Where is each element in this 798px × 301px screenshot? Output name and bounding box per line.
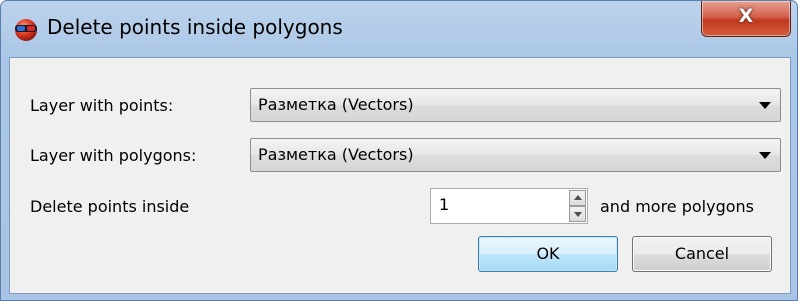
close-button[interactable]: X [701, 1, 791, 37]
polygons-suffix-label: and more polygons [600, 197, 754, 216]
points-layer-label: Layer with points: [30, 96, 174, 115]
arrow-down-icon [574, 212, 582, 217]
ok-button[interactable]: OK [478, 236, 618, 272]
polygon-count-spinbox[interactable] [430, 188, 588, 224]
polygon-count-input[interactable] [439, 195, 559, 214]
chevron-down-icon [759, 152, 771, 159]
spin-down-button[interactable] [569, 206, 586, 222]
arrow-up-icon [574, 195, 582, 200]
spin-buttons [569, 190, 586, 222]
app-icon [15, 19, 37, 41]
chevron-down-icon [759, 102, 771, 109]
title-bar[interactable]: Delete points inside polygons X [1, 1, 797, 57]
polygons-layer-select[interactable]: Разметка (Vectors) [250, 138, 781, 172]
window-title: Delete points inside polygons [47, 15, 343, 39]
delete-inside-label: Delete points inside [30, 197, 190, 216]
polygons-layer-value: Разметка (Vectors) [258, 145, 414, 164]
close-icon: X [738, 5, 754, 27]
dialog-body: Layer with points: Разметка (Vectors) La… [9, 57, 791, 294]
cancel-button[interactable]: Cancel [632, 236, 772, 272]
points-layer-select[interactable]: Разметка (Vectors) [250, 88, 781, 122]
dialog-window: Delete points inside polygons X Layer wi… [0, 0, 798, 301]
spin-up-button[interactable] [569, 190, 586, 206]
polygons-layer-label: Layer with polygons: [30, 146, 197, 165]
points-layer-value: Разметка (Vectors) [258, 95, 414, 114]
